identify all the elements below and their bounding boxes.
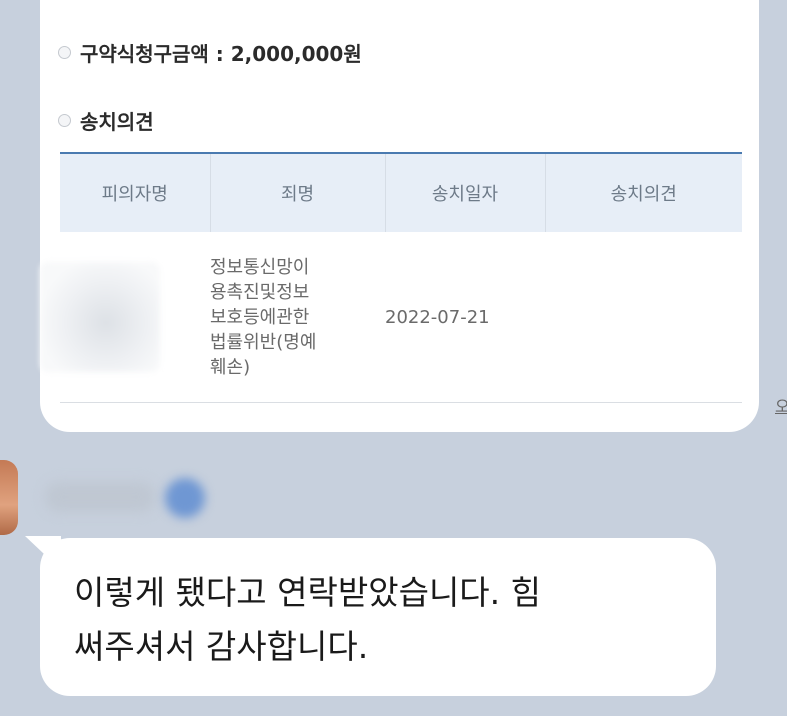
header-date: 송치일자 (384, 152, 545, 232)
opinion-heading: 송치의견 (58, 106, 154, 135)
table-row: 정보통신망이 용촉진및정보 보호등에관한 법률위반(명예 훼손) 2022-07… (40, 232, 742, 403)
message-text: 이렇게 됐다고 연락받았습니다. 힘 써주셔서 감사합니다. (74, 573, 541, 666)
claim-amount-line: 구약식청구금액 : 2,000,000원 (58, 38, 362, 67)
sender-badge-icon (165, 478, 205, 518)
opinion-cell (545, 232, 742, 403)
suspect-name-redacted (40, 232, 210, 403)
avatar[interactable] (0, 460, 18, 535)
bullet-icon (58, 114, 71, 127)
header-crime: 죄명 (209, 152, 385, 232)
redaction-blur (40, 262, 160, 372)
opinion-heading-text: 송치의견 (80, 110, 154, 134)
header-suspect: 피의자명 (60, 152, 210, 232)
date-cell: 2022-07-21 (385, 306, 490, 328)
header-opinion: 송치의견 (544, 152, 742, 232)
crime-cell: 정보통신망이 용촉진및정보 보호등에관한 법률위반(명예 훼손) (210, 256, 317, 378)
side-link[interactable]: 오 (775, 393, 787, 417)
claim-amount-text: 구약식청구금액 : 2,000,000원 (80, 42, 362, 66)
table-header-row: 피의자명 죄명 송치일자 송치의견 (60, 152, 742, 232)
bullet-icon (58, 46, 71, 59)
referral-table: 피의자명 죄명 송치일자 송치의견 정보통신망이 용촉진및정보 보호등에관한 법… (40, 152, 742, 403)
sender-name-redacted (45, 482, 155, 512)
